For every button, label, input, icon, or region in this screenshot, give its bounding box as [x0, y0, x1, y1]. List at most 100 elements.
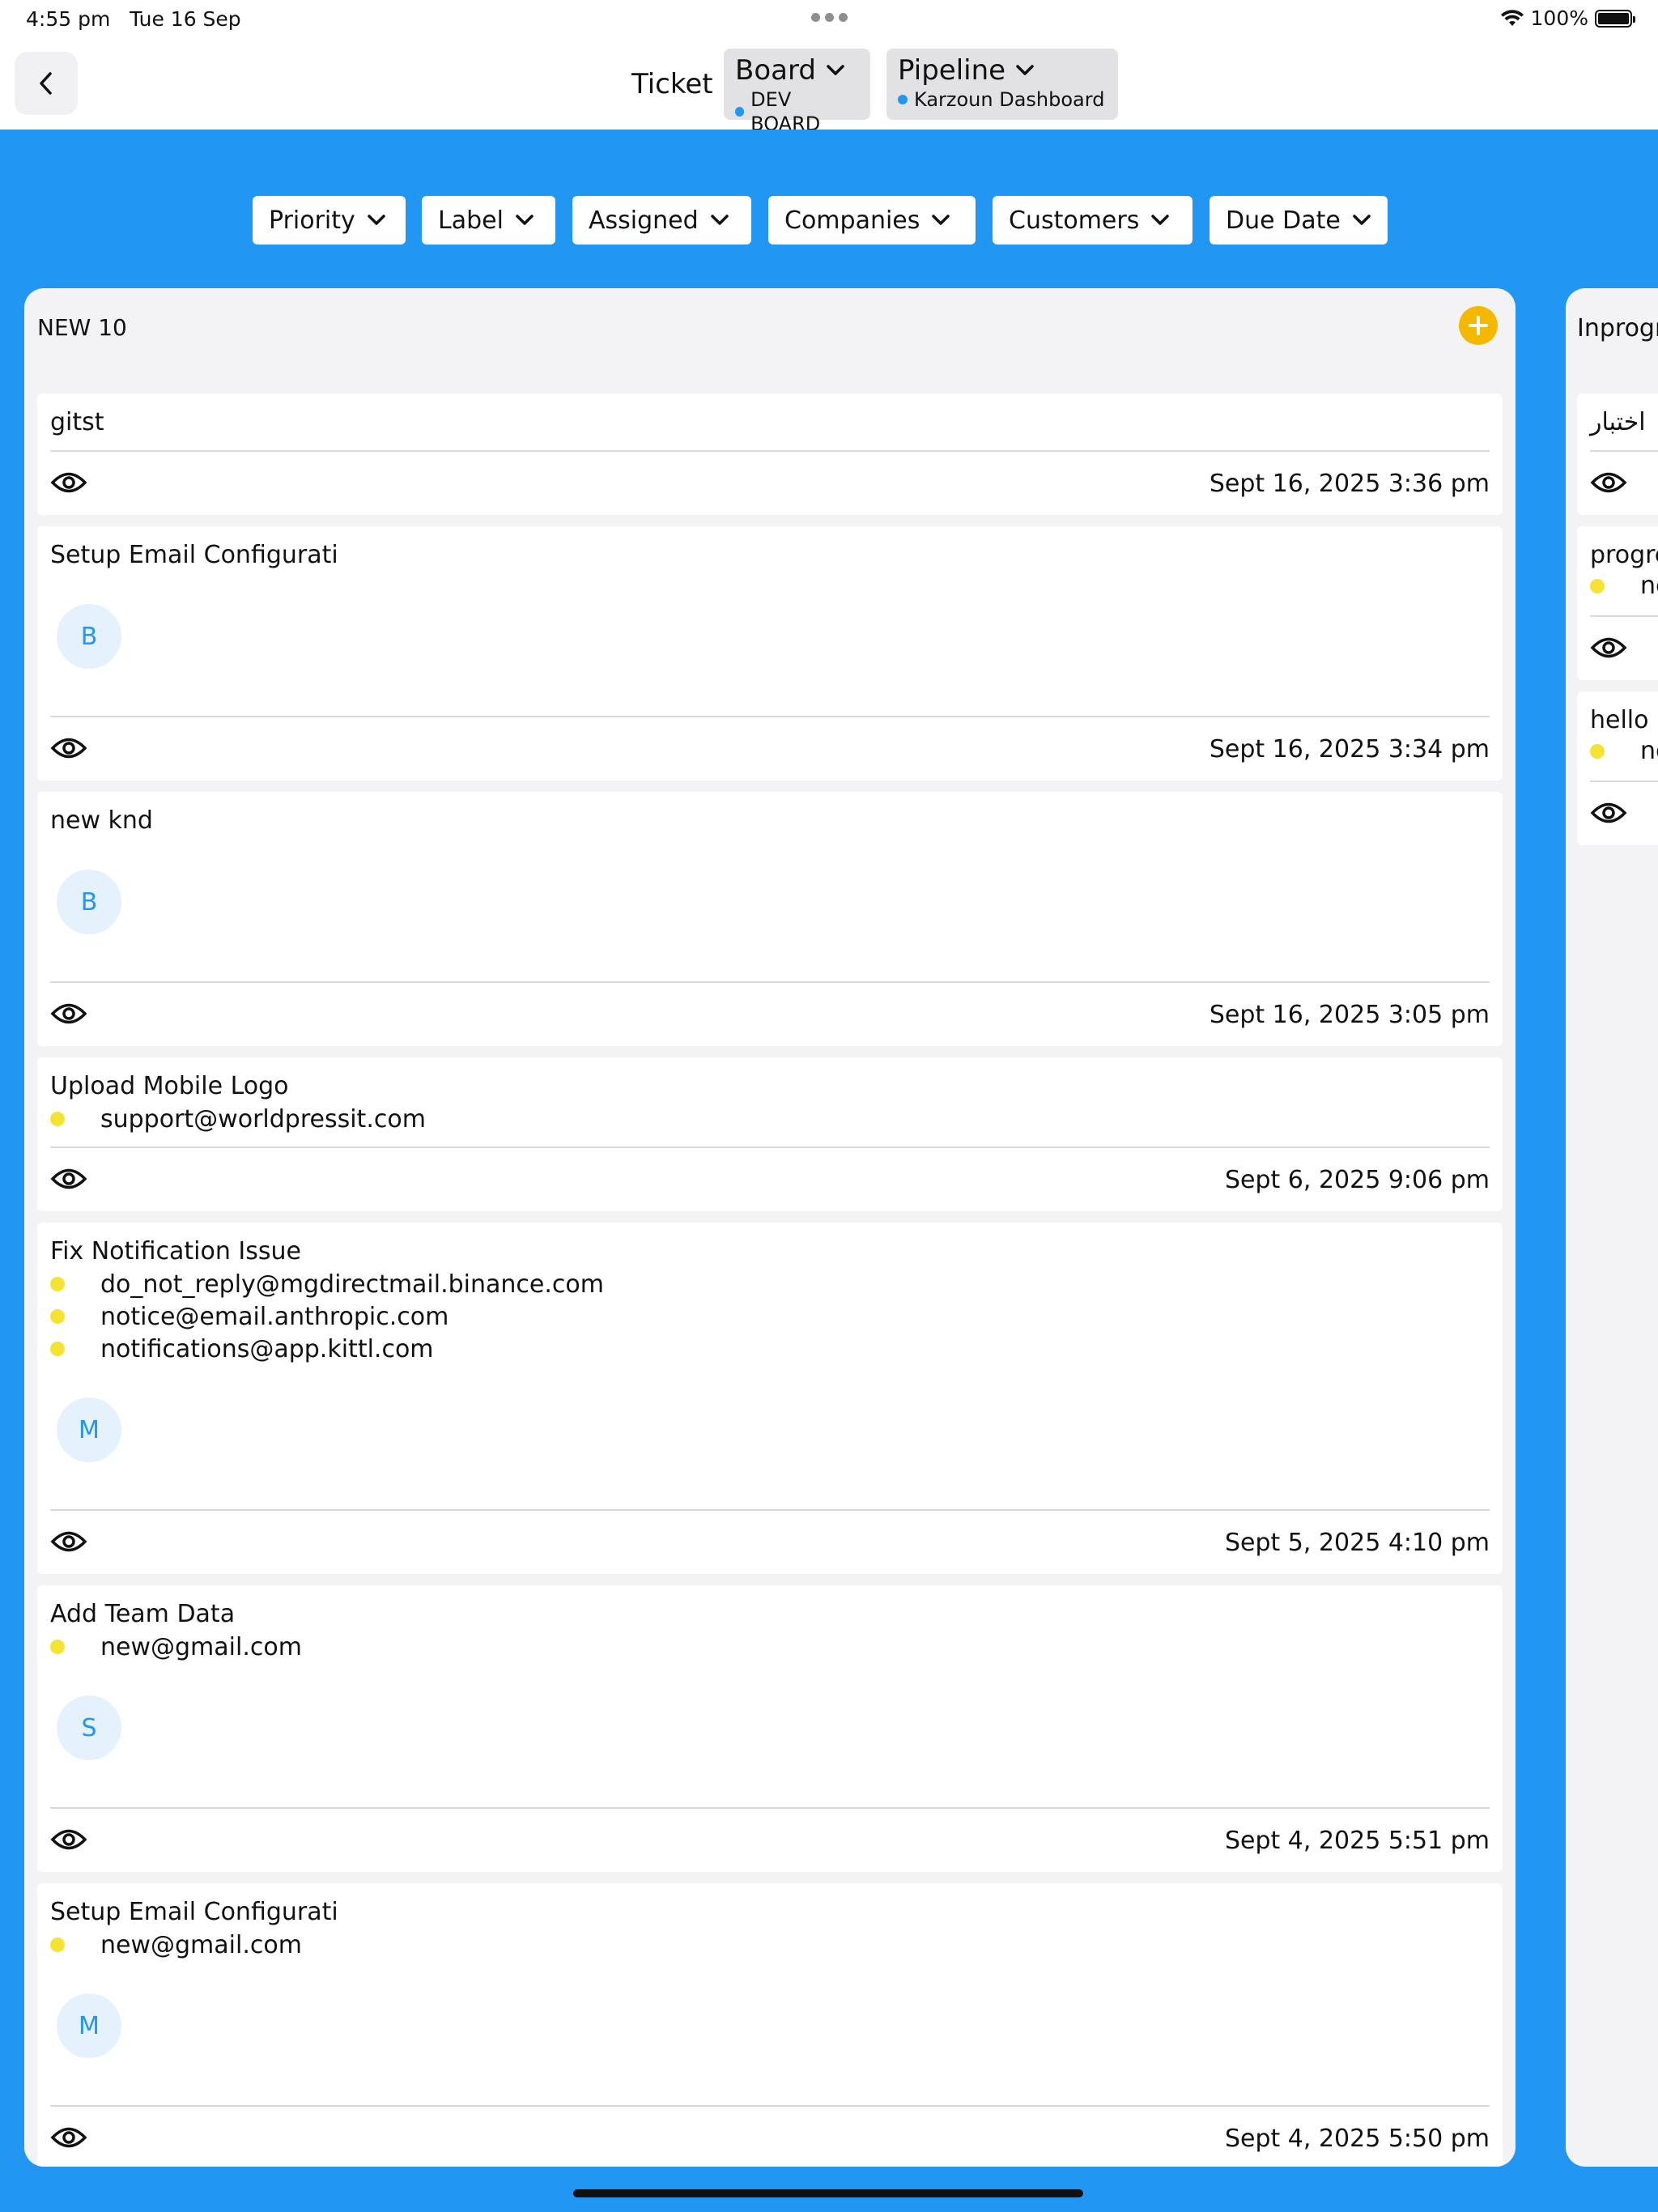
ticket-card[interactable]: Add Team Data new@gmail.com S Sept 4, 20…: [37, 1585, 1503, 1872]
ticket-date: Sept 5, 2025 4:10 pm: [1224, 1529, 1490, 1557]
avatar[interactable]: M: [57, 1397, 121, 1462]
status-bar: 4:55 pm Tue 16 Sep 100%: [0, 0, 1658, 39]
app-root: 4:55 pm Tue 16 Sep 100% Ticket Board DEV…: [0, 0, 1658, 2212]
avatar[interactable]: S: [57, 1695, 121, 1760]
card-divider: [1590, 615, 1658, 617]
multitasking-dots-icon[interactable]: [811, 13, 848, 22]
filter-label-dropdown[interactable]: Label: [422, 196, 555, 245]
ticket-title: progre: [1590, 541, 1658, 569]
email-item: notice@email.anthropic.com: [50, 1300, 604, 1333]
ticket-card[interactable]: hello l ne: [1577, 691, 1658, 845]
add-ticket-button[interactable]: [1459, 306, 1498, 345]
pipeline-dot-icon: [898, 95, 908, 104]
eye-icon[interactable]: [50, 736, 87, 760]
email-dot-icon: [1590, 743, 1605, 759]
chevron-down-icon: [368, 215, 385, 225]
top-header: Ticket Board DEV BOARD Pipeline Karzoun …: [0, 39, 1658, 135]
filter-priority[interactable]: Priority: [253, 196, 406, 245]
ticket-card[interactable]: Setup Email Configurati new@gmail.com M …: [37, 1883, 1503, 2167]
email-text: ne: [1640, 572, 1658, 600]
ticket-card[interactable]: gitst Sept 16, 2025 3:36 pm: [37, 393, 1503, 515]
card-divider: [1590, 450, 1658, 452]
email-text: notice@email.anthropic.com: [100, 1302, 449, 1331]
chevron-down-icon: [932, 215, 950, 225]
ticket-card[interactable]: اختبار: [1577, 393, 1658, 515]
filter-assigned[interactable]: Assigned: [572, 196, 751, 245]
ticket-title: اختبار: [1590, 408, 1646, 436]
ticket-card[interactable]: Setup Email Configurati B Sept 16, 2025 …: [37, 526, 1503, 781]
ticket-card[interactable]: new knd B Sept 16, 2025 3:05 pm: [37, 792, 1503, 1046]
ticket-date: Sept 16, 2025 3:36 pm: [1209, 470, 1490, 498]
filter-customers[interactable]: Customers: [993, 196, 1192, 245]
chevron-down-icon: [1151, 215, 1170, 225]
eye-icon[interactable]: [50, 1529, 87, 1554]
ticket-card[interactable]: progre ne: [1577, 526, 1658, 680]
board-selector[interactable]: Board DEV BOARD: [724, 49, 870, 135]
email-item: new@gmail.com: [50, 1631, 302, 1663]
avatar[interactable]: M: [57, 1993, 121, 2058]
ticket-card[interactable]: Fix Notification Issue do_not_reply@mgdi…: [37, 1223, 1503, 1574]
back-button[interactable]: [15, 52, 78, 115]
eye-icon[interactable]: [1590, 470, 1627, 495]
eye-icon[interactable]: [50, 1002, 87, 1026]
card-divider: [50, 2105, 1490, 2107]
filter-label: Companies: [784, 206, 920, 235]
wifi-icon: [1500, 9, 1524, 26]
filter-label: Priority: [269, 206, 355, 235]
ticket-date: Sept 6, 2025 9:06 pm: [1224, 1166, 1490, 1194]
ticket-title: Fix Notification Issue: [50, 1237, 301, 1266]
card-divider: [1590, 781, 1658, 782]
email-dot-icon: [50, 1309, 65, 1324]
pipeline-selector-value: Karzoun Dashboard: [914, 88, 1105, 111]
ticket-title: hello l: [1590, 706, 1658, 734]
ticket-card[interactable]: Upload Mobile Logo support@worldpressit.…: [37, 1057, 1503, 1211]
filter-due-date[interactable]: Due Date: [1209, 196, 1388, 245]
eye-icon[interactable]: [50, 1167, 87, 1191]
filter-label: Assigned: [589, 206, 699, 235]
pipeline-selector-label: Pipeline: [898, 54, 1006, 87]
ticket-title: Upload Mobile Logo: [50, 1072, 289, 1100]
status-time: 4:55 pm: [26, 7, 111, 31]
email-dot-icon: [50, 1112, 65, 1126]
column-inprogress: Inprogr اختبار progre ne hello l ne: [1566, 288, 1658, 2167]
email-dot-icon: [1590, 578, 1605, 593]
ticket-date: Sept 4, 2025 5:50 pm: [1224, 2125, 1490, 2153]
eye-icon[interactable]: [50, 2125, 87, 2150]
board-dot-icon: [735, 107, 745, 117]
ticket-title: gitst: [50, 408, 104, 436]
page-title: Ticket: [631, 68, 713, 100]
email-text: support@worldpressit.com: [100, 1104, 426, 1134]
email-item: new@gmail.com: [50, 1929, 302, 1961]
ticket-title: Setup Email Configurati: [50, 541, 338, 569]
board-area: Priority Label Assigned Companies Custom…: [0, 130, 1658, 2212]
chevron-left-icon: [40, 72, 52, 95]
eye-icon[interactable]: [1590, 801, 1627, 825]
filter-companies[interactable]: Companies: [768, 196, 976, 245]
board-selector-label: Board: [735, 54, 816, 87]
battery-percent: 100%: [1530, 6, 1588, 30]
pipeline-selector[interactable]: Pipeline Karzoun Dashboard: [886, 49, 1118, 120]
email-text: new@gmail.com: [100, 1632, 302, 1661]
ticket-title: Setup Email Configurati: [50, 1898, 338, 1926]
card-divider: [50, 1146, 1490, 1148]
avatar[interactable]: B: [57, 870, 121, 934]
email-dot-icon: [50, 1277, 65, 1291]
avatar[interactable]: B: [57, 604, 121, 669]
chevron-down-icon: [516, 215, 534, 225]
eye-icon[interactable]: [1590, 636, 1627, 660]
column-title: Inprogr: [1577, 314, 1658, 342]
eye-icon[interactable]: [50, 470, 87, 495]
filter-label: Customers: [1009, 206, 1140, 235]
board-selector-value: DEV BOARD: [750, 88, 821, 135]
card-divider: [50, 1807, 1490, 1809]
ticket-date: Sept 16, 2025 3:34 pm: [1209, 735, 1490, 764]
chevron-down-icon: [827, 65, 844, 75]
home-indicator[interactable]: [573, 2189, 1083, 2197]
filter-label: Due Date: [1226, 206, 1341, 235]
eye-icon[interactable]: [50, 1827, 87, 1852]
filter-label: Label: [438, 206, 504, 235]
column-title: NEW 10: [37, 314, 127, 341]
ticket-title: new knd: [50, 806, 153, 835]
chevron-down-icon: [1353, 215, 1371, 225]
email-item: notifications@app.kittl.com: [50, 1333, 604, 1365]
